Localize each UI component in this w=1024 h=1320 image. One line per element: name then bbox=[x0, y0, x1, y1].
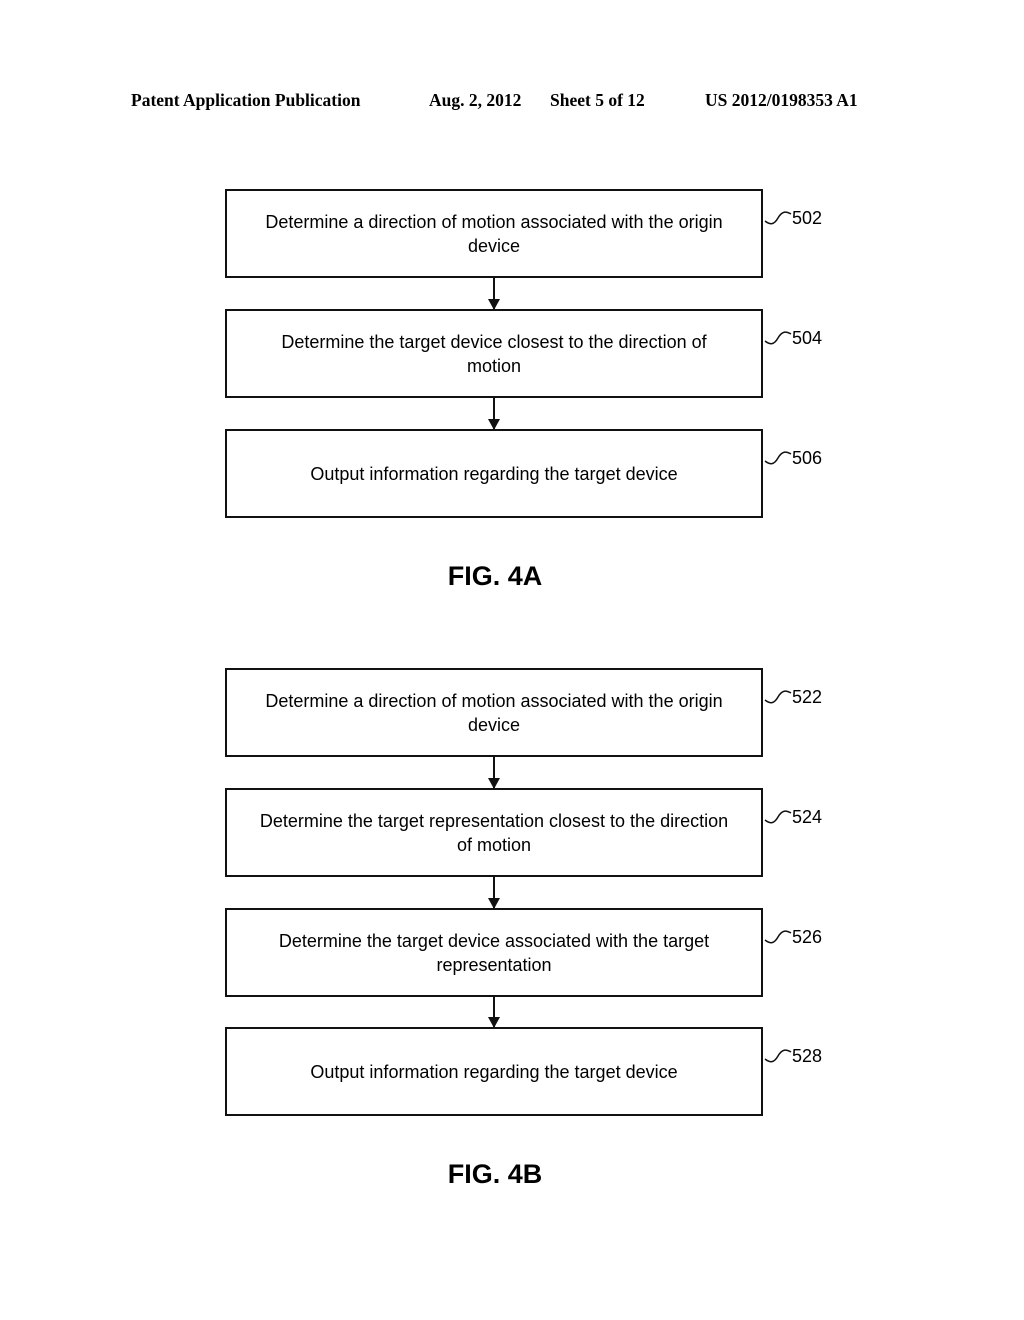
ref-label-526: 526 bbox=[764, 927, 834, 952]
ref-number: 524 bbox=[792, 807, 823, 827]
flow-arrow bbox=[488, 398, 500, 430]
publication-date: Aug. 2, 2012 bbox=[429, 90, 522, 110]
ref-number: 506 bbox=[792, 448, 823, 468]
flow-step-502: Determine a direction of motion associat… bbox=[225, 189, 763, 278]
ref-label-528: 528 bbox=[764, 1046, 834, 1071]
flow-step-522: Determine a direction of motion associat… bbox=[225, 668, 763, 757]
ref-number: 502 bbox=[792, 208, 823, 228]
flow-step-526: Determine the target device associated w… bbox=[225, 908, 763, 997]
ref-label-522: 522 bbox=[764, 687, 834, 712]
ref-label-506: 506 bbox=[764, 448, 834, 473]
figure-label-4a: FIG. 4A bbox=[447, 561, 543, 591]
publication-number: US 2012/0198353 A1 bbox=[705, 90, 858, 110]
leader-squiggle-icon bbox=[764, 331, 792, 345]
ref-label-524: 524 bbox=[764, 807, 834, 832]
flow-arrow bbox=[488, 278, 500, 310]
ref-number: 526 bbox=[792, 927, 823, 947]
flow-arrow bbox=[488, 757, 500, 789]
ref-number: 528 bbox=[792, 1046, 823, 1066]
publication-type: Patent Application Publication bbox=[131, 90, 361, 110]
leader-squiggle-icon bbox=[764, 211, 792, 225]
flow-step-528: Output information regarding the target … bbox=[225, 1027, 763, 1116]
leader-squiggle-icon bbox=[764, 451, 792, 465]
ref-number: 504 bbox=[792, 328, 823, 348]
figure-label-4b: FIG. 4B bbox=[447, 1159, 543, 1189]
flow-arrow bbox=[488, 877, 500, 909]
sheet-number: Sheet 5 of 12 bbox=[550, 90, 645, 110]
flow-step-504: Determine the target device closest to t… bbox=[225, 309, 763, 398]
flow-arrow bbox=[488, 997, 500, 1028]
page-header: Patent Application Publication Aug. 2, 2… bbox=[0, 90, 1024, 114]
ref-number: 522 bbox=[792, 687, 823, 707]
leader-squiggle-icon bbox=[764, 810, 792, 824]
flow-step-524: Determine the target representation clos… bbox=[225, 788, 763, 877]
leader-squiggle-icon bbox=[764, 930, 792, 944]
ref-label-502: 502 bbox=[764, 208, 834, 233]
leader-squiggle-icon bbox=[764, 1049, 792, 1063]
flow-step-506: Output information regarding the target … bbox=[225, 429, 763, 518]
ref-label-504: 504 bbox=[764, 328, 834, 353]
leader-squiggle-icon bbox=[764, 690, 792, 704]
